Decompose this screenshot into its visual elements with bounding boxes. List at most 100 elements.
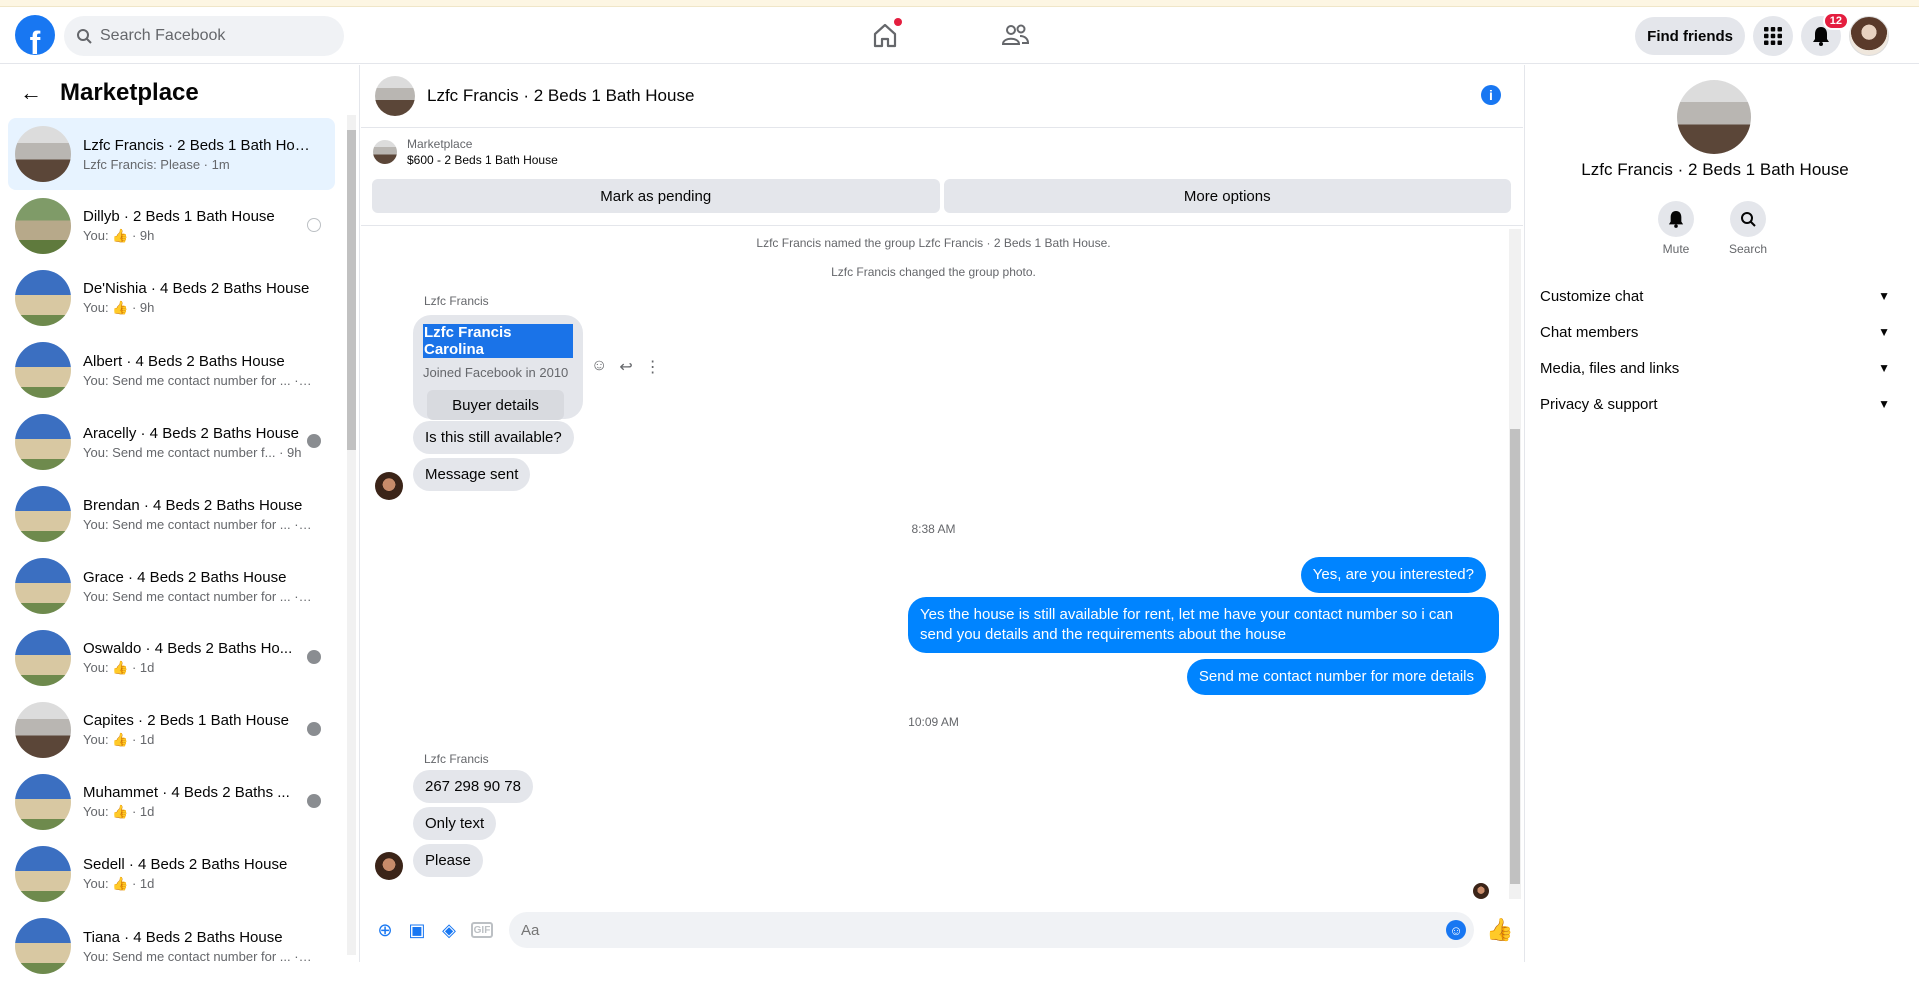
back-arrow-icon[interactable]: ← — [20, 80, 42, 106]
sticker-icon[interactable]: ◈ — [439, 920, 459, 940]
chevron-down-icon: ▼ — [1878, 325, 1890, 339]
reply-icon[interactable]: ↩ — [619, 357, 632, 377]
gif-icon[interactable]: GIF — [471, 922, 493, 938]
seen-indicator — [307, 434, 321, 448]
panel-sections: Customize chat ▼ Chat members ▼ Media, files… — [1540, 278, 1895, 422]
conversation-item[interactable]: Muhammet · 4 Beds 2 Baths ... You: 👍 · 1d — [8, 766, 335, 838]
panel-section[interactable]: Chat members ▼ — [1540, 314, 1895, 350]
sidebar-scroll-thumb[interactable] — [347, 130, 356, 450]
conversation-item[interactable]: Lzfc Francis · 2 Beds 1 Bath House Lzfc F… — [8, 118, 335, 190]
conversation-preview: You: 👍 · 1d — [83, 876, 155, 891]
conversation-preview: You: 👍 · 1d — [83, 804, 155, 819]
panel-section[interactable]: Media, files and links ▼ — [1540, 350, 1895, 386]
conversation-thumbnail — [15, 918, 71, 974]
plus-circle-icon[interactable]: ⊕ — [375, 920, 395, 940]
panel-section-label: Media, files and links — [1540, 359, 1680, 377]
browser-strip — [0, 0, 1919, 7]
conversation-text: Brendan · 4 Beds 2 Baths House You: Send … — [83, 497, 313, 532]
conversation-item[interactable]: Oswaldo · 4 Beds 2 Baths Ho... You: 👍 · 1… — [8, 622, 335, 694]
conversation-thumbnail — [15, 486, 71, 542]
home-icon[interactable] — [870, 18, 902, 50]
outgoing-message[interactable]: Yes the house is still available for ren… — [908, 597, 1499, 653]
chat-title[interactable]: Lzfc Francis · 2 Beds 1 Bath House — [427, 86, 694, 106]
conversation-item[interactable]: Grace · 4 Beds 2 Baths House You: Send me… — [8, 550, 335, 622]
conversation-preview: You: 👍 · 1d — [83, 660, 155, 675]
conversation-item[interactable]: Sedell · 4 Beds 2 Baths House You: 👍 · 1d — [8, 838, 335, 910]
conversation-preview: You: Send me contact number f... · 9h — [83, 444, 302, 460]
thumbs-up-icon[interactable]: 👍 — [1486, 917, 1513, 943]
conversation-item[interactable]: Brendan · 4 Beds 2 Baths House You: Send … — [8, 478, 335, 550]
conversation-item[interactable]: Albert · 4 Beds 2 Baths House You: Send m… — [8, 334, 335, 406]
conversation-list: Lzfc Francis · 2 Beds 1 Bath House Lzfc F… — [8, 118, 335, 982]
menu-grid-icon[interactable] — [1753, 16, 1793, 56]
timestamp: 10:09 AM — [908, 715, 959, 729]
bell-icon[interactable] — [1658, 201, 1694, 237]
conversation-thumbnail — [15, 846, 71, 902]
more-options-button[interactable]: More options — [943, 179, 1511, 213]
listing-thumbnail — [373, 140, 397, 164]
incoming-message[interactable]: Is this still available? — [413, 421, 574, 454]
photo-icon[interactable]: ▣ — [407, 920, 427, 940]
conversation-item[interactable]: Tiana · 4 Beds 2 Baths House You: Send me… — [8, 910, 335, 982]
incoming-message[interactable]: Only text — [413, 807, 497, 840]
conversation-item[interactable]: Dillyb · 2 Beds 1 Bath House You: 👍 · 9h — [8, 190, 335, 262]
incoming-message[interactable]: Please — [413, 844, 483, 877]
outgoing-message[interactable]: Send me contact number for more details — [1186, 659, 1486, 695]
account-avatar[interactable] — [1849, 16, 1889, 56]
conversation-title: Capites · 2 Beds 1 Bath House — [83, 712, 289, 729]
conversation-item[interactable]: De'Nishia · 4 Beds 2 Baths House You: 👍 ·… — [8, 262, 335, 334]
chat-header-avatar[interactable] — [375, 76, 415, 116]
message-input-box[interactable]: ☺ — [509, 912, 1474, 948]
chat-scroll-thumb[interactable] — [1510, 429, 1520, 884]
find-friends-button[interactable]: Find friends — [1635, 17, 1745, 55]
more-vertical-icon[interactable]: ⋮ — [645, 357, 661, 377]
group-avatar[interactable] — [1677, 80, 1751, 154]
listing-price: $600 - 2 Beds 1 Bath House — [407, 153, 558, 167]
nav-center — [870, 18, 1030, 50]
panel-section[interactable]: Customize chat ▼ — [1540, 278, 1895, 314]
sidebar-title: Marketplace — [60, 79, 199, 106]
conversation-preview: Lzfc Francis: Please · 1m — [83, 156, 230, 172]
sidebar-scrollbar[interactable] — [347, 115, 356, 955]
conversation-item[interactable]: Capites · 2 Beds 1 Bath House You: 👍 · 1d — [8, 694, 335, 766]
sender-avatar[interactable] — [375, 472, 403, 500]
info-icon[interactable]: i — [1481, 85, 1501, 105]
listing-bar[interactable]: Marketplace $600 - 2 Beds 1 Bath House — [373, 137, 558, 167]
react-emoji-icon[interactable]: ☺ — [591, 357, 607, 377]
chat-details-panel: Lzfc Francis · 2 Beds 1 Bath House Mute … — [1524, 65, 1904, 962]
search-action[interactable]: Search — [1727, 201, 1769, 256]
buyer-details-button[interactable]: Buyer details — [427, 390, 564, 420]
chevron-down-icon: ▼ — [1878, 397, 1890, 411]
message-input[interactable] — [521, 921, 1421, 939]
friends-icon[interactable] — [1000, 20, 1030, 50]
conversation-preview: You: Send me contact number for ... · 1d — [83, 948, 313, 964]
conversation-text: De'Nishia · 4 Beds 2 Baths House You: 👍 ·… — [83, 280, 313, 316]
conversation-title: Aracelly · 4 Beds 2 Baths House — [83, 424, 299, 442]
profile-name[interactable]: Lzfc Francis Carolina — [423, 324, 573, 358]
search-box[interactable]: Search Facebook — [64, 16, 344, 56]
mark-as-pending-button[interactable]: Mark as pending — [372, 179, 940, 213]
conversation-item[interactable]: Aracelly · 4 Beds 2 Baths House You: Send… — [8, 406, 335, 478]
search-icon — [77, 29, 92, 44]
notifications-bell-icon[interactable]: 12 — [1801, 12, 1849, 56]
home-notification-dot — [894, 18, 902, 26]
conversation-preview: You: 👍 · 1d — [83, 732, 155, 747]
emoji-icon[interactable]: ☺ — [1446, 920, 1466, 940]
outgoing-message[interactable]: Yes, are you interested? — [1300, 557, 1486, 593]
chat-scrollbar[interactable] — [1509, 229, 1521, 899]
conversation-thumbnail — [15, 270, 71, 326]
mute-action[interactable]: Mute — [1655, 201, 1697, 256]
seen-indicator — [307, 650, 321, 664]
search-icon[interactable] — [1730, 201, 1766, 237]
conversation-sidebar: ← Marketplace Lzfc Francis · 2 Beds 1 Ba… — [0, 65, 360, 974]
incoming-message[interactable]: 267 298 90 78 — [413, 770, 533, 803]
panel-section[interactable]: Privacy & support ▼ — [1540, 386, 1895, 422]
panel-section-label: Privacy & support — [1540, 395, 1658, 413]
divider — [361, 225, 1523, 226]
conversation-title: Sedell · 4 Beds 2 Baths House — [83, 856, 288, 873]
conversation-text: Tiana · 4 Beds 2 Baths House You: Send me… — [83, 929, 313, 964]
facebook-logo[interactable]: f — [15, 15, 55, 55]
incoming-message[interactable]: Message sent — [413, 458, 531, 491]
chevron-down-icon: ▼ — [1878, 289, 1890, 303]
sender-avatar[interactable] — [375, 852, 403, 880]
